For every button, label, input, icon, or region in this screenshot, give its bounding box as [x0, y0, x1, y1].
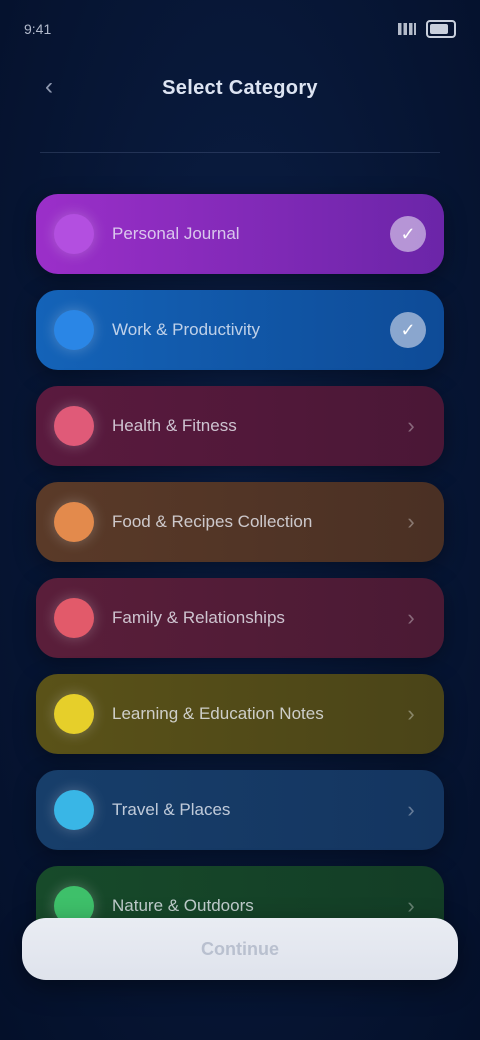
back-button[interactable]: ‹ — [34, 72, 64, 102]
category-color-dot — [54, 790, 94, 830]
category-item[interactable]: Travel & Places › — [36, 770, 444, 850]
category-item[interactable]: Family & Relationships › — [36, 578, 444, 658]
chevron-right-icon: › — [407, 509, 415, 534]
category-color-dot — [54, 598, 94, 638]
signal-icon — [398, 23, 416, 35]
status-icons — [398, 20, 456, 38]
category-color-dot — [54, 214, 94, 254]
header-divider — [40, 152, 440, 153]
continue-button[interactable]: Continue — [22, 918, 458, 980]
category-item[interactable]: Work & Productivity ✓ — [36, 290, 444, 370]
category-label: Travel & Places — [112, 800, 231, 819]
chevron-right-icon: › — [407, 413, 415, 438]
category-color-dot — [54, 502, 94, 542]
category-item[interactable]: Health & Fitness › — [36, 386, 444, 466]
category-label: Personal Journal — [112, 224, 240, 243]
page-title: Select Category — [162, 76, 318, 99]
status-bar: 9:41 — [24, 14, 456, 44]
category-label: Work & Productivity — [112, 320, 261, 339]
status-time: 9:41 — [24, 21, 52, 37]
category-label: Food & Recipes Collection — [112, 512, 313, 531]
category-color-dot — [54, 406, 94, 446]
category-item[interactable]: Learning & Education Notes › — [36, 674, 444, 754]
category-item[interactable]: Personal Journal ✓ — [36, 194, 444, 274]
category-label: Nature & Outdoors — [112, 896, 254, 915]
chevron-right-icon: › — [407, 701, 415, 726]
chevron-left-icon: ‹ — [45, 73, 53, 100]
continue-button-label: Continue — [201, 938, 279, 959]
category-item[interactable]: Food & Recipes Collection › — [36, 482, 444, 562]
category-color-dot — [54, 694, 94, 734]
category-list: Personal Journal ✓ Work & Productivity ✓ Hea… — [36, 194, 444, 946]
chevron-right-icon: › — [407, 797, 415, 822]
battery-icon — [426, 20, 456, 38]
chevron-right-icon: › — [407, 893, 415, 918]
category-color-dot — [54, 310, 94, 350]
selected-check-icon: ✓ — [390, 312, 426, 348]
category-label: Learning & Education Notes — [112, 704, 324, 723]
chevron-right-icon: › — [407, 605, 415, 630]
category-label: Family & Relationships — [112, 608, 285, 627]
selected-check-icon: ✓ — [390, 216, 426, 252]
header: ‹ Select Category — [24, 66, 456, 110]
category-label: Health & Fitness — [112, 416, 237, 435]
